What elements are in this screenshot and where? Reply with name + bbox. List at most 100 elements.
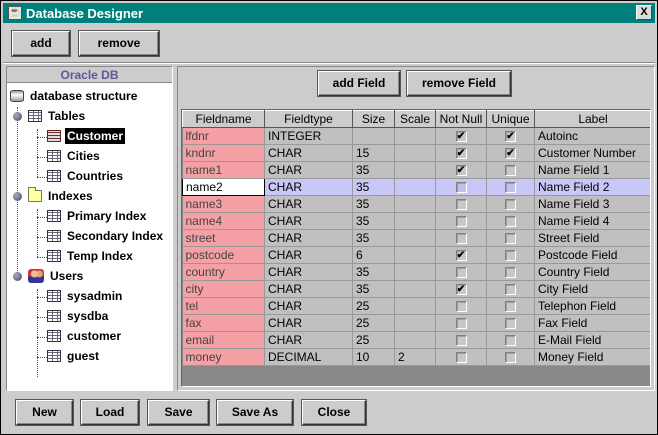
- cell-fieldtype[interactable]: CHAR: [264, 212, 353, 230]
- cell-size[interactable]: 35: [352, 212, 395, 230]
- cell-not-null[interactable]: [435, 331, 487, 349]
- cell-fieldname[interactable]: street: [182, 229, 265, 247]
- cell-fieldtype[interactable]: CHAR: [264, 314, 353, 332]
- cell-fieldname[interactable]: name4: [182, 212, 265, 230]
- cell-scale[interactable]: [394, 229, 436, 247]
- tree-root[interactable]: database structure: [10, 86, 139, 106]
- unique-checkbox[interactable]: [505, 335, 516, 347]
- unique-checkbox[interactable]: [505, 233, 516, 245]
- structure-tree[interactable]: database structure Tables Customer Citie…: [7, 83, 172, 390]
- cell-scale[interactable]: [394, 178, 436, 196]
- cell-unique[interactable]: [486, 195, 535, 213]
- unique-checkbox[interactable]: [505, 216, 516, 228]
- expand-handle-icon[interactable]: [13, 271, 22, 281]
- cell-not-null[interactable]: [435, 178, 487, 196]
- not-null-checkbox[interactable]: [455, 233, 467, 245]
- column-header-label[interactable]: Label: [534, 110, 650, 128]
- cell-unique[interactable]: [486, 348, 535, 366]
- unique-checkbox[interactable]: [505, 352, 516, 364]
- cell-size[interactable]: 35: [352, 161, 395, 179]
- unique-checkbox[interactable]: [505, 199, 516, 211]
- not-null-checkbox[interactable]: [455, 216, 467, 228]
- cell-fieldname[interactable]: money: [182, 348, 265, 366]
- cell-size[interactable]: 35: [352, 280, 395, 298]
- table-row[interactable]: kndnr CHAR 15 ✔ ✔ Customer Number: [182, 144, 650, 162]
- fields-table-viewport[interactable]: Fieldname Fieldtype Size Scale Not Null …: [181, 109, 651, 387]
- not-null-checkbox[interactable]: ✔: [455, 148, 467, 160]
- cell-scale[interactable]: [394, 331, 436, 349]
- cell-not-null[interactable]: [435, 212, 487, 230]
- not-null-checkbox[interactable]: [455, 335, 467, 347]
- table-row[interactable]: name1 CHAR 35 ✔ Name Field 1: [182, 161, 650, 179]
- cell-label[interactable]: Name Field 3: [534, 195, 650, 213]
- cell-scale[interactable]: [394, 195, 436, 213]
- cell-unique[interactable]: ✔: [486, 127, 535, 145]
- cell-fieldname[interactable]: fax: [182, 314, 265, 332]
- table-row[interactable]: name2 CHAR 35 Name Field 2: [182, 178, 650, 196]
- cell-label[interactable]: Name Field 2: [534, 178, 650, 196]
- tree-item-guest[interactable]: guest: [47, 346, 101, 366]
- cell-unique[interactable]: [486, 229, 535, 247]
- not-null-checkbox[interactable]: [455, 267, 467, 279]
- cell-scale[interactable]: [394, 212, 436, 230]
- table-row[interactable]: postcode CHAR 6 ✔ Postcode Field: [182, 246, 650, 264]
- cell-unique[interactable]: [486, 263, 535, 281]
- cell-unique[interactable]: [486, 246, 535, 264]
- add-field-button[interactable]: add Field: [318, 71, 400, 96]
- cell-fieldtype[interactable]: CHAR: [264, 331, 353, 349]
- tree-item-temp-index[interactable]: Temp Index: [47, 246, 135, 266]
- cell-fieldtype[interactable]: INTEGER: [264, 127, 353, 145]
- tree-item-secondary-index[interactable]: Secondary Index: [47, 226, 165, 246]
- cell-size[interactable]: [352, 127, 395, 145]
- cell-unique[interactable]: [486, 297, 535, 315]
- cell-scale[interactable]: [394, 161, 436, 179]
- not-null-checkbox[interactable]: [455, 182, 467, 194]
- cell-scale[interactable]: 2: [394, 348, 436, 366]
- remove-button[interactable]: remove: [79, 31, 159, 56]
- unique-checkbox[interactable]: [505, 250, 516, 262]
- cell-fieldtype[interactable]: CHAR: [264, 297, 353, 315]
- table-row[interactable]: fax CHAR 25 Fax Field: [182, 314, 650, 332]
- unique-checkbox[interactable]: ✔: [505, 131, 516, 143]
- cell-fieldtype[interactable]: CHAR: [264, 144, 353, 162]
- cell-size[interactable]: 35: [352, 263, 395, 281]
- cell-fieldtype[interactable]: CHAR: [264, 246, 353, 264]
- cell-not-null[interactable]: [435, 229, 487, 247]
- tree-group-users[interactable]: Users: [13, 266, 85, 286]
- new-button[interactable]: New: [16, 400, 73, 425]
- cell-not-null[interactable]: ✔: [435, 161, 487, 179]
- cell-scale[interactable]: [394, 263, 436, 281]
- tree-item-cities[interactable]: Cities: [47, 146, 102, 166]
- column-header-not-null[interactable]: Not Null: [435, 110, 487, 128]
- cell-not-null[interactable]: ✔: [435, 144, 487, 162]
- tree-item-primary-index[interactable]: Primary Index: [47, 206, 148, 226]
- add-button[interactable]: add: [12, 31, 70, 56]
- title-bar[interactable]: ☕ Database Designer X: [3, 3, 655, 23]
- cell-size[interactable]: 6: [352, 246, 395, 264]
- tree-item-customer-user[interactable]: customer: [47, 326, 123, 346]
- column-header-fieldtype[interactable]: Fieldtype: [264, 110, 353, 128]
- not-null-checkbox[interactable]: [455, 352, 467, 364]
- table-row[interactable]: tel CHAR 25 Telephon Field: [182, 297, 650, 315]
- cell-size[interactable]: 35: [352, 195, 395, 213]
- cell-fieldtype[interactable]: CHAR: [264, 161, 353, 179]
- cell-not-null[interactable]: [435, 348, 487, 366]
- not-null-checkbox[interactable]: ✔: [455, 165, 467, 177]
- cell-label[interactable]: Country Field: [534, 263, 650, 281]
- cell-size[interactable]: 35: [352, 229, 395, 247]
- cell-label[interactable]: Telephon Field: [534, 297, 650, 315]
- cell-label[interactable]: Money Field: [534, 348, 650, 366]
- remove-field-button[interactable]: remove Field: [407, 71, 511, 96]
- unique-checkbox[interactable]: ✔: [505, 148, 516, 160]
- expand-handle-icon[interactable]: [13, 191, 22, 201]
- cell-not-null[interactable]: ✔: [435, 280, 487, 298]
- cell-size[interactable]: 25: [352, 331, 395, 349]
- column-header-fieldname[interactable]: Fieldname: [182, 110, 265, 128]
- not-null-checkbox[interactable]: [455, 301, 467, 313]
- save-button[interactable]: Save: [148, 400, 209, 425]
- tree-item-countries[interactable]: Countries: [47, 166, 125, 186]
- table-row[interactable]: lfdnr INTEGER ✔ ✔ Autoinc: [182, 127, 650, 145]
- cell-unique[interactable]: [486, 280, 535, 298]
- cell-scale[interactable]: [394, 127, 436, 145]
- cell-not-null[interactable]: [435, 195, 487, 213]
